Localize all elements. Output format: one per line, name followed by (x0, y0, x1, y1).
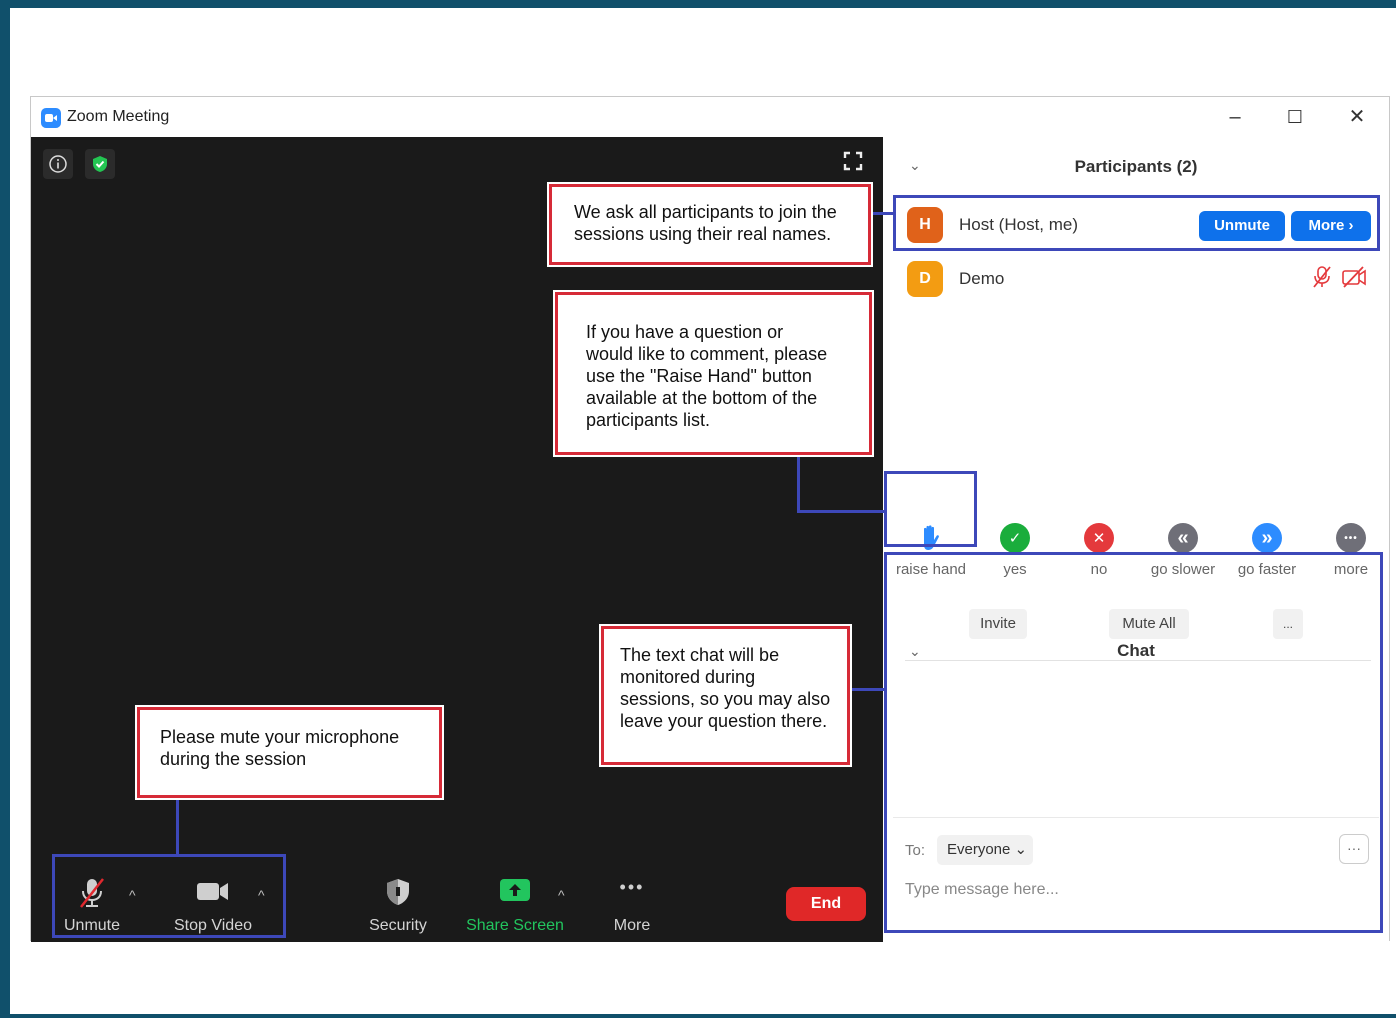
check-icon: ✓ (1000, 523, 1030, 553)
x-icon: ✕ (1084, 523, 1114, 553)
encryption-shield-icon[interactable] (85, 149, 115, 179)
close-button[interactable]: ✕ (1337, 103, 1377, 131)
fast-forward-icon: » (1252, 523, 1282, 553)
participant-row-demo[interactable]: D Demo (901, 253, 1375, 299)
more-icon: ••• (1336, 523, 1366, 553)
share-screen-label: Share Screen (466, 917, 564, 934)
title-bar: Zoom Meeting – ☐ ✕ (31, 97, 1389, 137)
highlight-chat (884, 552, 1383, 933)
callout-text: If you have a question or would like to … (586, 322, 828, 430)
callout-text: We ask all participants to join the sess… (574, 202, 837, 244)
video-off-icon (1341, 265, 1367, 294)
end-meeting-button[interactable]: End (786, 887, 866, 921)
connector-line (868, 212, 894, 215)
participant-name: Demo (959, 269, 1005, 288)
highlight-mic-video (52, 854, 286, 938)
share-options-caret[interactable]: ^ (558, 887, 565, 903)
frame-bottom-border (0, 1014, 1396, 1018)
connector-line (797, 454, 800, 512)
info-icon[interactable] (43, 149, 73, 179)
minimize-button[interactable]: – (1215, 103, 1255, 131)
connector-line (848, 688, 885, 691)
window-title: Zoom Meeting (67, 108, 170, 125)
fullscreen-icon[interactable] (841, 149, 865, 178)
connector-line (797, 510, 885, 513)
zoom-app-icon (41, 108, 61, 128)
highlight-host-row (893, 195, 1380, 251)
connector-line (176, 797, 179, 855)
callout-text-chat: The text chat will be monitored during s… (601, 626, 850, 765)
callout-raise-hand: If you have a question or would like to … (555, 292, 872, 455)
more-dots-icon: ••• (619, 877, 645, 897)
avatar: D (907, 261, 943, 297)
security-button[interactable]: Security (361, 857, 435, 942)
participants-title: Participants (2) (1074, 157, 1198, 176)
more-label: More (613, 917, 651, 934)
callout-text: Please mute your microphone during the s… (160, 727, 400, 769)
highlight-raise-hand (884, 471, 977, 547)
security-label: Security (369, 917, 427, 934)
muted-mic-icon (1311, 265, 1333, 294)
security-shield-icon (384, 877, 412, 912)
maximize-button[interactable]: ☐ (1275, 103, 1315, 131)
rewind-icon: « (1168, 523, 1198, 553)
frame-top-border (0, 0, 1396, 8)
callout-text: The text chat will be monitored during s… (620, 645, 831, 731)
share-screen-icon (498, 877, 532, 910)
frame-left-border (0, 0, 10, 1018)
share-screen-button[interactable]: Share Screen (465, 857, 565, 942)
toolbar-more-button[interactable]: ••• More (599, 857, 665, 942)
callout-mute-mic: Please mute your microphone during the s… (137, 707, 442, 798)
callout-real-names: We ask all participants to join the sess… (549, 184, 871, 265)
